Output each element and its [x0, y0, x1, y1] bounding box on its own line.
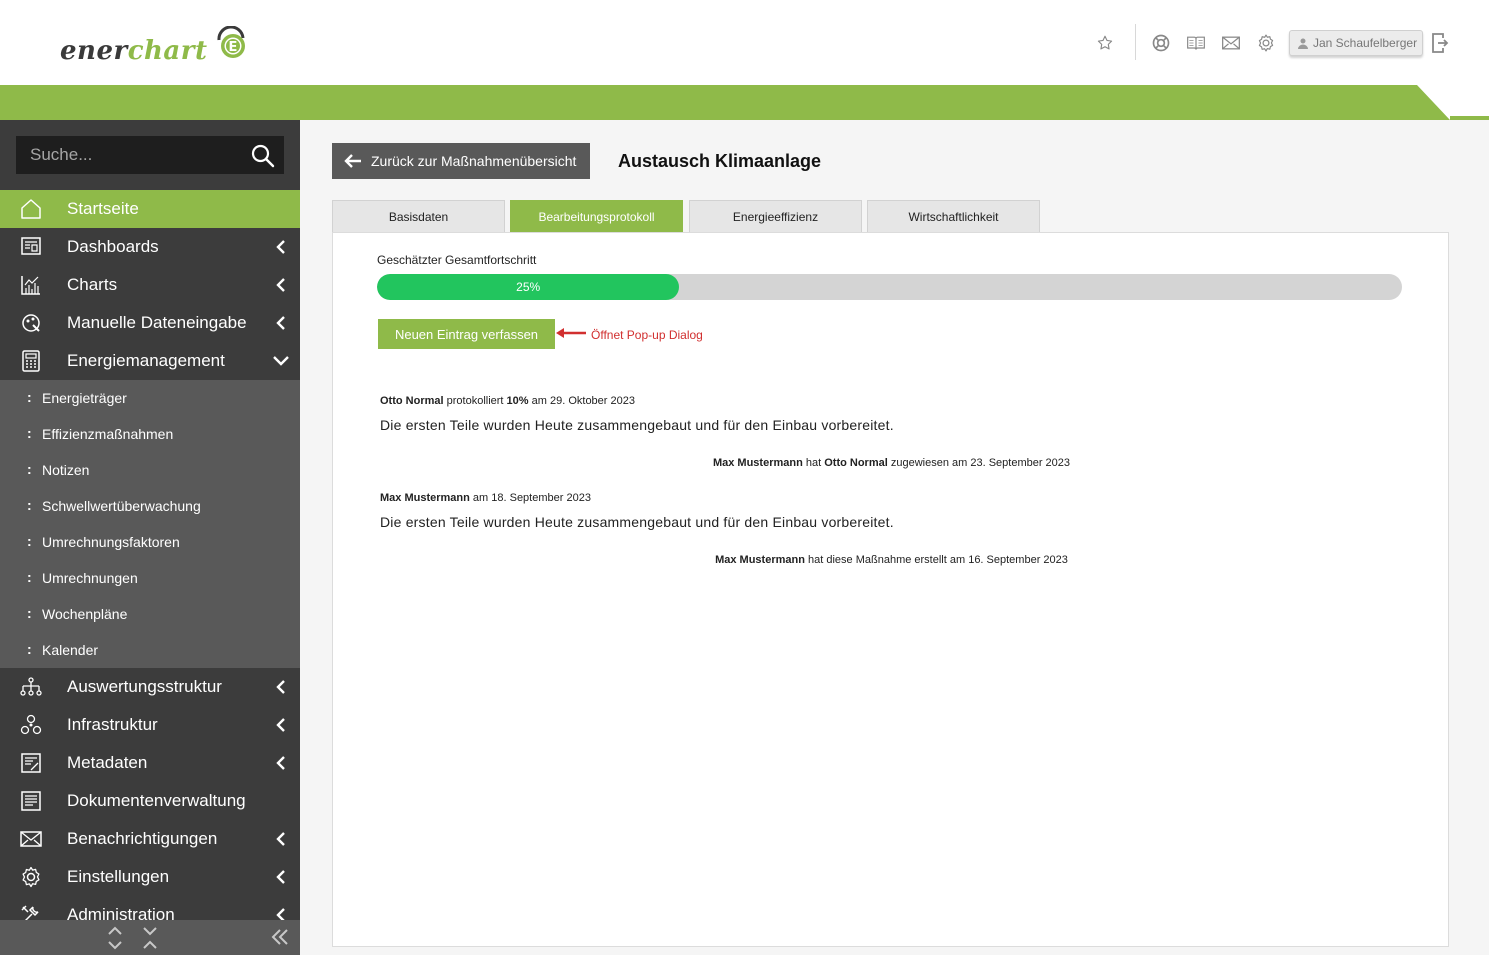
entry-meta: Max Mustermann am 18. September 2023 [380, 492, 591, 504]
arrow-left-icon [344, 154, 361, 168]
data-entry-icon [22, 314, 40, 332]
sidebar-item-auswertungsstruktur[interactable]: Auswertungsstruktur [0, 668, 300, 706]
sidebar-item-manuelle-dateneingabe[interactable]: Manuelle Dateneingabe [0, 304, 300, 342]
chevron-left-icon [276, 870, 285, 884]
subitem-kalender[interactable]: : Kalender [0, 632, 300, 668]
entry-body: Die ersten Teile wurden Heute zusammenge… [380, 417, 894, 433]
book-icon[interactable] [1186, 33, 1206, 53]
subitem-umrechnungsfaktoren[interactable]: : Umrechnungsfaktoren [0, 524, 300, 560]
back-to-overview-button[interactable]: Zurück zur Maßnahmenübersicht [332, 143, 590, 179]
sidebar-item-einstellungen[interactable]: Einstellungen [0, 858, 300, 896]
sidebar-item-energiemanagement[interactable]: Energiemanagement [0, 342, 300, 380]
progress-label: Geschätzter Gesamtfortschritt [377, 253, 537, 267]
sidebar-item-dokumentenverwaltung[interactable]: Dokumentenverwaltung [0, 782, 300, 820]
sidebar-item-infrastruktur[interactable]: Infrastruktur [0, 706, 300, 744]
home-icon [21, 199, 41, 219]
app-header: enerchart E Jan Schaufelberger [0, 0, 1489, 85]
tab-energieeffizienz[interactable]: Energieeffizienz [689, 200, 862, 233]
subitem-effizienzmassnahmen[interactable]: : Effizienzmaßnahmen [0, 416, 300, 452]
chevron-left-icon [276, 718, 285, 732]
calculator-icon [22, 350, 40, 372]
user-icon [1298, 38, 1308, 49]
chevron-left-icon [276, 756, 285, 770]
subitem-notizen[interactable]: : Notizen [0, 452, 300, 488]
svg-text:E: E [229, 40, 238, 55]
collapse-all-icon[interactable] [142, 926, 158, 950]
header-divider [1135, 24, 1136, 60]
entry-meta: Otto Normal protokolliert 10% am 29. Okt… [380, 395, 635, 407]
sidebar-item-startseite[interactable]: Startseite [0, 190, 300, 228]
energiemanagement-submenu: : Energieträger : Effizienzmaßnahmen : Noti… [0, 380, 300, 668]
new-entry-button[interactable]: Neuen Eintrag verfassen [378, 319, 555, 349]
star-icon[interactable] [1095, 33, 1115, 53]
system-line: Max Mustermann hat Otto Normal zugewiese… [712, 457, 1071, 469]
dashboard-icon [21, 237, 41, 255]
entry-body: Die ersten Teile wurden Heute zusammenge… [380, 514, 894, 530]
sidebar-item-metadaten[interactable]: Metadaten [0, 744, 300, 782]
sidebar-item-benachrichtigungen[interactable]: Benachrichtigungen [0, 820, 300, 858]
mail-icon[interactable] [1221, 33, 1241, 53]
tab-bearbeitungsprotokoll[interactable]: Bearbeitungsprotokoll [510, 200, 683, 233]
chevron-left-icon [276, 316, 285, 330]
sidebar-search[interactable]: Suche... [16, 136, 284, 174]
progress-fill: 25% [377, 274, 680, 300]
enerchart-logo[interactable]: enerchart E [60, 26, 249, 66]
help-ring-icon[interactable] [1151, 33, 1171, 53]
metadata-icon [21, 753, 41, 773]
infrastructure-icon [20, 714, 42, 735]
chart-icon [21, 276, 40, 295]
header-accent-band [0, 85, 1489, 120]
logo-mark-icon: E [217, 26, 246, 58]
search-icon[interactable] [250, 143, 276, 169]
chevron-left-icon [276, 240, 285, 254]
system-line: Max Mustermann hat diese Maßnahme erstel… [715, 554, 1068, 566]
subitem-umrechnungen[interactable]: : Umrechnungen [0, 560, 300, 596]
subitem-wochenplaene[interactable]: : Wochenpläne [0, 596, 300, 632]
collapse-sidebar-icon[interactable] [270, 928, 290, 946]
page-title: Austausch Klimaanlage [618, 151, 822, 171]
sidebar-footer [0, 920, 300, 955]
user-name: Jan Schaufelberger [1313, 36, 1418, 50]
main-content: Zurück zur Maßnahmenübersicht Austausch … [300, 120, 1489, 955]
search-input[interactable]: Suche... [30, 145, 92, 165]
sidebar: Suche... Startseite Dashboards Charts Ma… [0, 120, 300, 955]
tab-basisdaten[interactable]: Basisdaten [332, 200, 505, 233]
sidebar-item-charts[interactable]: Charts [0, 266, 300, 304]
annotation-arrow-icon [556, 328, 586, 338]
chevron-down-icon [273, 356, 289, 366]
gear-icon [22, 866, 40, 888]
subitem-energietraeger[interactable]: : Energieträger [0, 380, 300, 416]
logout-icon[interactable] [1430, 33, 1450, 53]
subitem-schwellwertueberwachung[interactable]: : Schwellwertüberwachung [0, 488, 300, 524]
tab-wirtschaftlichkeit[interactable]: Wirtschaftlichkeit [867, 200, 1040, 233]
chevron-left-icon [276, 832, 285, 846]
structure-icon [20, 677, 42, 696]
progress-bar: 25% [377, 274, 1402, 300]
mail-icon [20, 831, 42, 847]
document-icon [21, 791, 41, 811]
annotation-text: Öffnet Pop-up Dialog [591, 328, 703, 342]
expand-all-icon[interactable] [107, 926, 123, 950]
chevron-left-icon [276, 680, 285, 694]
user-menu-button[interactable]: Jan Schaufelberger [1289, 30, 1423, 56]
gear-icon[interactable] [1256, 33, 1276, 53]
chevron-left-icon [276, 278, 285, 292]
sidebar-item-dashboards[interactable]: Dashboards [0, 228, 300, 266]
protocol-panel: Geschätzter Gesamtfortschritt 25% Neuen … [332, 232, 1449, 947]
